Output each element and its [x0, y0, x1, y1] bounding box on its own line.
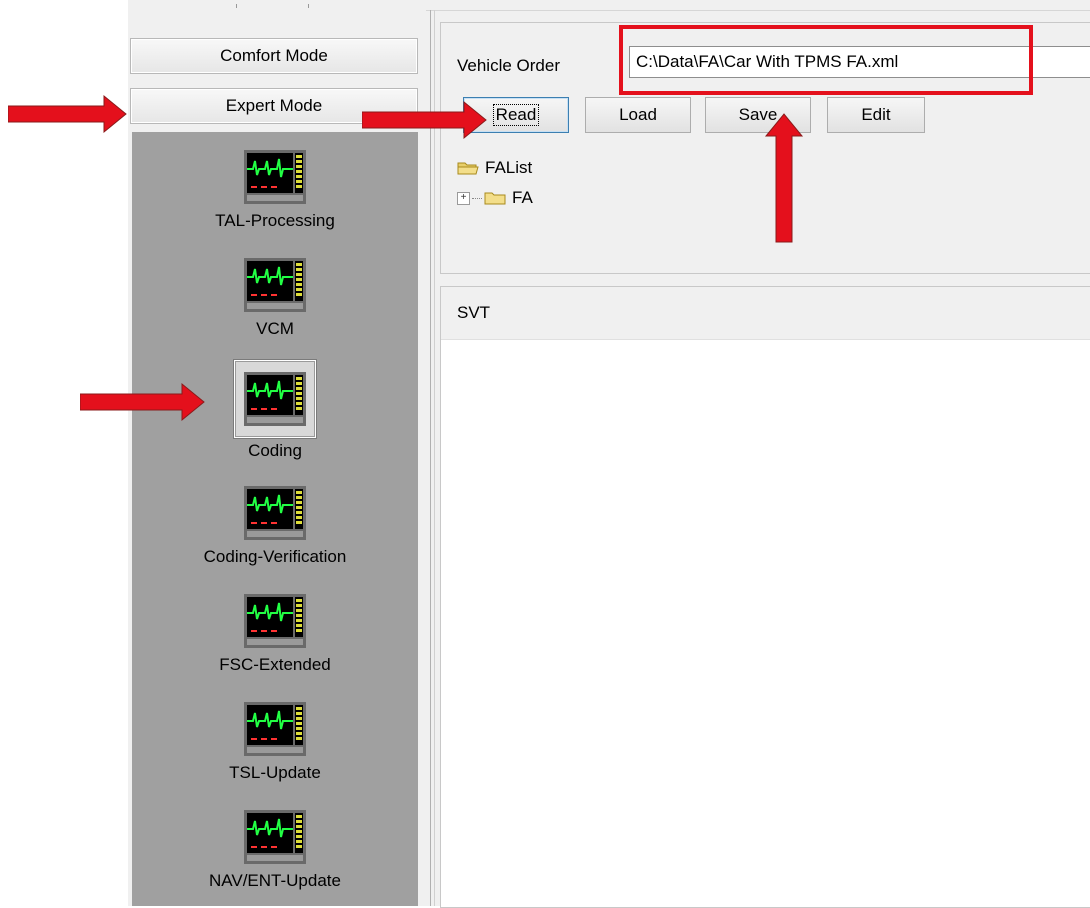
tree-connector: [472, 197, 482, 199]
folder-open-icon: [457, 160, 479, 176]
arrow-up-icon: [764, 113, 804, 243]
tool-label: TSL-Update: [229, 763, 321, 782]
arrow-right-icon: [8, 94, 127, 134]
vehicle-order-path-field[interactable]: C:\Data\FA\Car With TPMS FA.xml: [629, 46, 1090, 78]
tool-fsc-extended[interactable]: FSC-Extended: [132, 590, 418, 675]
app-window: Comfort Mode Expert Mode TAL-Processing …: [128, 0, 1090, 908]
tool-nav-ent-update[interactable]: NAV/ENT-Update: [132, 806, 418, 891]
svt-panel: SVT: [440, 286, 1090, 908]
monitor-waveform-icon: [243, 590, 307, 652]
tree-node-fa[interactable]: + FA: [457, 183, 533, 213]
splitter-line: [430, 10, 431, 906]
tool-tsl-update[interactable]: TSL-Update: [132, 698, 418, 783]
tool-label: Coding: [248, 441, 302, 460]
comfort-mode-button[interactable]: Comfort Mode: [130, 38, 418, 74]
tree-label: FA: [512, 188, 533, 207]
fa-tree: FAList + FA: [457, 153, 533, 213]
monitor-waveform-icon: [243, 254, 307, 316]
svt-header: SVT: [441, 287, 1090, 340]
arrow-right-icon: [362, 100, 487, 140]
vehicle-order-label: Vehicle Order: [457, 56, 560, 75]
read-button-label: Read: [492, 104, 540, 126]
tool-label: TAL-Processing: [215, 211, 335, 230]
monitor-waveform-icon: [243, 698, 307, 760]
expand-plus-icon[interactable]: +: [457, 191, 470, 205]
tool-list: TAL-Processing VCM Coding Coding-Verific…: [132, 132, 418, 906]
svt-title: SVT: [457, 303, 491, 322]
monitor-waveform-icon: [243, 482, 307, 544]
tick-mark: [236, 4, 237, 8]
tool-label: Coding-Verification: [203, 547, 347, 566]
left-panel: Comfort Mode Expert Mode TAL-Processing …: [128, 10, 426, 906]
tool-coding-verification[interactable]: Coding-Verification: [132, 482, 418, 567]
arrow-right-icon: [80, 382, 205, 422]
tool-vcm[interactable]: VCM: [132, 254, 418, 339]
tree-node-falist[interactable]: FAList: [457, 153, 533, 183]
load-button[interactable]: Load: [585, 97, 691, 133]
tool-label: VCM: [256, 319, 294, 338]
tree-label: FAList: [485, 158, 533, 177]
splitter-line: [434, 10, 435, 906]
monitor-waveform-icon: [234, 360, 316, 438]
tool-label: FSC-Extended: [219, 655, 331, 674]
folder-icon: [484, 190, 506, 206]
monitor-waveform-icon: [243, 146, 307, 208]
tool-label: NAV/ENT-Update: [209, 871, 341, 890]
tool-tal-processing[interactable]: TAL-Processing: [132, 146, 418, 231]
edit-button[interactable]: Edit: [827, 97, 925, 133]
tick-mark: [308, 4, 309, 8]
monitor-waveform-icon: [243, 806, 307, 868]
